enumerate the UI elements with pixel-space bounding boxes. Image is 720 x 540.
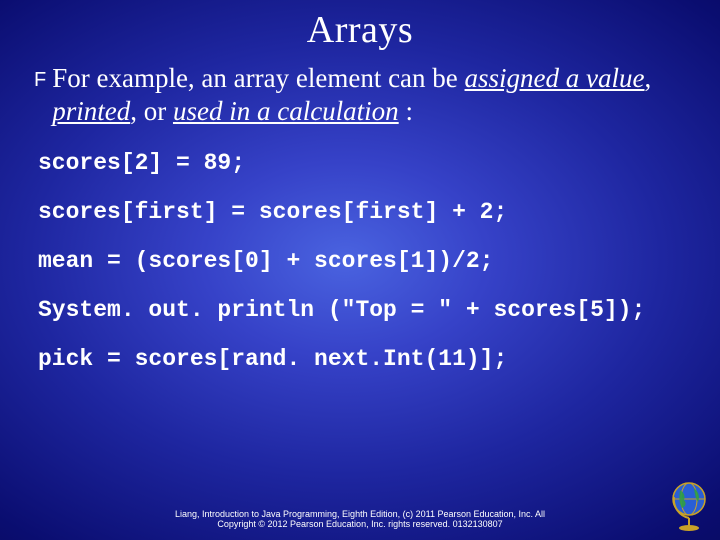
bullet-text: For example, an array element can be ass… [52,62,686,128]
bullet-frag-5: used in a calculation [173,96,399,126]
globe-icon [668,480,710,532]
code-line-1: scores[2] = 89; [38,150,686,177]
bullet-frag-3: printed [52,96,130,126]
slide: Arrays F For example, an array element c… [0,0,720,540]
bullet-frag-6: : [399,96,413,126]
body: F For example, an array element can be a… [0,52,720,128]
bullet-frag-0: For example, an array element can be [52,63,464,93]
bullet-frag-4: , or [130,96,173,126]
footer-line-2: Copyright © 2012 Pearson Education, Inc.… [0,520,720,530]
code-block: scores[2] = 89; scores[first] = scores[f… [0,150,720,374]
footer: Liang, Introduction to Java Programming,… [0,510,720,530]
code-line-3: mean = (scores[0] + scores[1])/2; [38,248,686,275]
bullet-item: F For example, an array element can be a… [34,62,686,128]
bullet-icon: F [34,68,46,92]
page-title: Arrays [0,0,720,52]
footer-line-1: Liang, Introduction to Java Programming,… [175,509,545,519]
bullet-frag-1: assigned a value [465,63,645,93]
code-line-5: pick = scores[rand. next.Int(11)]; [38,346,686,373]
code-line-4: System. out. println ("Top = " + scores[… [38,297,686,324]
bullet-frag-2: , [645,63,652,93]
code-line-2: scores[first] = scores[first] + 2; [38,199,686,226]
